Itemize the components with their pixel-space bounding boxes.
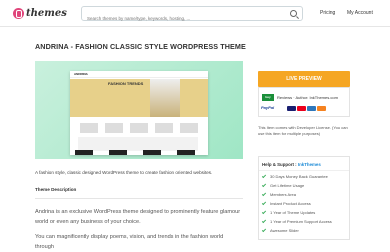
mockup-thumb [180, 123, 198, 133]
check-icon [261, 200, 267, 206]
live-preview-button[interactable]: LIVE PREVIEW [258, 71, 350, 87]
mockup-thumb [130, 123, 148, 133]
check-icon [261, 191, 267, 197]
mockup-thumb [155, 123, 173, 133]
help-support-box: Help & Support : InkThemes 30 Days Money… [258, 156, 350, 240]
preview-thumbnails [35, 150, 243, 157]
divider [35, 198, 243, 199]
thumbnail[interactable] [177, 150, 195, 155]
mockup-thumb [80, 123, 98, 133]
mockup-content [78, 137, 198, 151]
reviews-author[interactable]: Reviews · Author: InkThemes.com [277, 95, 338, 100]
discover-card-icon [317, 106, 326, 111]
mockup-banner-title: FASHION TRENDS [108, 81, 144, 86]
search-input[interactable] [82, 12, 282, 25]
purchase-box: buy Reviews · Author: InkThemes.com PayP… [258, 87, 350, 117]
help-item: Instant Product Access [261, 200, 311, 206]
search-box [81, 6, 303, 25]
description-heading: Theme Description [35, 187, 77, 192]
top-navigation-bar: themes Pricing My Account [0, 0, 390, 27]
nav-my-account[interactable]: My Account [347, 10, 373, 16]
logo-text: themes [26, 7, 67, 19]
amex-card-icon [307, 106, 316, 111]
check-icon [261, 218, 267, 224]
buy-badge[interactable]: buy [262, 94, 274, 101]
description-paragraph-2: You can magnificently display poems, vis… [35, 234, 224, 250]
divider [259, 170, 349, 171]
description-paragraph: Andrina is an exclusive WordPress theme … [35, 209, 241, 225]
help-item: Awesome Slider [261, 227, 299, 233]
help-item: 1 Year of Theme Updates [261, 209, 315, 215]
thumbnail[interactable] [143, 150, 161, 155]
check-icon [261, 173, 267, 179]
mastercard-icon [297, 106, 306, 111]
paypal-logo: PayPal [261, 105, 275, 110]
help-heading-prefix: Help & Support : [262, 162, 298, 167]
preview-mockup: ANDRINA FASHION TRENDS [70, 71, 208, 155]
help-item: Get Lifetime Usage [261, 182, 304, 188]
help-heading: Help & Support : InkThemes [262, 162, 321, 167]
help-item: 1 Year of Premium Support Access [261, 218, 332, 224]
theme-preview-image[interactable]: ANDRINA FASHION TRENDS [35, 61, 243, 159]
mockup-header: ANDRINA [70, 71, 208, 78]
check-icon [261, 227, 267, 233]
help-heading-brand[interactable]: InkThemes [298, 162, 321, 167]
license-notice: This Item comes with Developer License. … [258, 125, 348, 136]
theme-intro: A fashion style, classic designed WordPr… [35, 170, 213, 175]
mockup-site-name: ANDRINA [74, 72, 88, 76]
thumbnail[interactable] [75, 150, 93, 155]
search-icon[interactable] [290, 10, 297, 17]
site-logo[interactable]: themes [13, 7, 67, 19]
check-icon [261, 182, 267, 188]
page-title: ANDRINA - FASHION CLASSIC STYLE WORDPRES… [35, 42, 246, 51]
thumbnail[interactable] [109, 150, 127, 155]
nav-pricing[interactable]: Pricing [320, 10, 335, 16]
help-item: 30 Days Money Back Guarantee [261, 173, 328, 179]
help-item: Members Area [261, 191, 296, 197]
check-icon [261, 209, 267, 215]
logo-icon [13, 7, 24, 19]
visa-card-icon [287, 106, 296, 111]
mockup-model-image [150, 79, 180, 117]
mockup-thumb [105, 123, 123, 133]
